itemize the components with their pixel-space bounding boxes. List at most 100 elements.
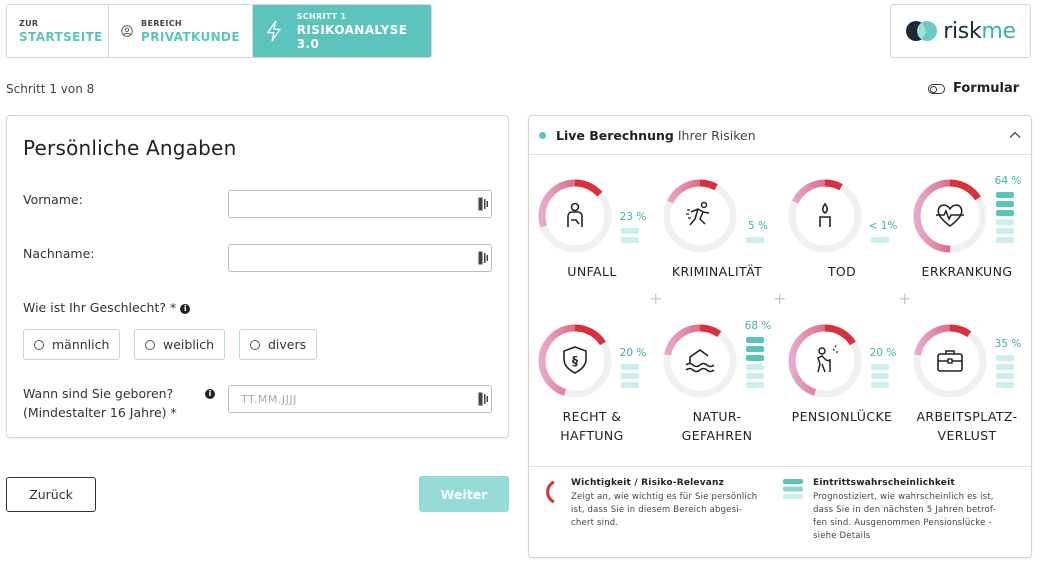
back-button[interactable]: Zurück [6, 477, 96, 512]
chevron-up-icon[interactable] [1009, 129, 1021, 141]
importance-legend-icon [546, 480, 555, 504]
probability-bar [996, 210, 1014, 216]
risk-probability: 23 % [619, 211, 647, 223]
probability-bar [871, 364, 889, 370]
probability-legend-title: Eintrittswahrscheinlichkeit [813, 478, 955, 488]
gender-option-label: divers [268, 337, 307, 352]
form-title: Persönliche Angaben [23, 136, 237, 160]
probability-bar [746, 355, 764, 361]
probability-bar [746, 373, 764, 379]
nav-step-small: SCHRITT 1 [296, 11, 347, 21]
probability-bars [621, 228, 639, 246]
risk-name: ERKRANKUNG [921, 264, 1013, 279]
probability-bar [996, 228, 1014, 234]
info-icon[interactable]: i [205, 389, 215, 399]
risk-panel-header[interactable]: Live Berechnung Ihrer Risiken [529, 116, 1031, 155]
probability-bars [621, 364, 639, 391]
nav-area-label: PRIVATKUNDE [141, 29, 240, 44]
risk-gauge [662, 323, 738, 399]
live-risk-panel: Live Berechnung Ihrer Risiken 23 % UNFALL… [528, 115, 1032, 558]
gender-option-label: männlich [52, 337, 110, 352]
nav-home-link[interactable]: ZUR STARTSEITE [7, 5, 109, 57]
nav-step-label: RISIKOANALYSE 3.0 [296, 22, 408, 51]
probability-bar [871, 237, 889, 243]
risk-tile[interactable]: 23 % UNFALL [529, 178, 655, 318]
probability-bar [621, 373, 639, 379]
probability-bars [746, 337, 764, 391]
formular-toggle[interactable]: Formular [928, 81, 1019, 96]
risk-name: UNFALL [567, 264, 617, 279]
risk-probability: 64 % [994, 175, 1022, 187]
probability-legend-icon [783, 479, 803, 499]
svg-text:§: § [572, 354, 578, 368]
logo-text: riskme [943, 18, 1016, 44]
risk-legend: Wichtigkeit / Risiko-Relevanz Zeigt an, … [529, 466, 1031, 557]
nav-area-link[interactable]: BEREICH PRIVATKUNDE [109, 5, 253, 57]
risk-tile[interactable]: < 1% TOD [779, 178, 905, 318]
risk-gauge [787, 323, 863, 399]
probability-bar [871, 373, 889, 379]
next-button[interactable]: Weiter [419, 476, 509, 512]
risk-tile[interactable]: 20 % PENSIONLÜCKE [779, 323, 905, 463]
risk-panel-title-rest: Ihrer Risiken [677, 127, 756, 143]
crime-icon [686, 201, 710, 226]
first-name-input[interactable] [228, 190, 492, 218]
probability-bars [871, 364, 889, 391]
nav-step-current[interactable]: SCHRITT 1 RISIKOANALYSE 3.0 [253, 5, 431, 57]
probability-bar [621, 364, 639, 370]
importance-legend-text: Zeigt an, wie wichtig es für Sie persönl… [571, 492, 758, 528]
probability-legend-text: Prognostiziert, wie wahrscheinlich es is… [813, 492, 996, 541]
probability-bar [621, 237, 639, 243]
riskme-logo[interactable]: riskme [890, 4, 1031, 58]
autofill-icon [478, 392, 488, 406]
info-icon[interactable]: i [180, 304, 191, 314]
probability-bars [996, 355, 1014, 391]
risk-probability: < 1% [868, 220, 898, 232]
probability-bar [746, 337, 764, 343]
gender-label: Wie ist Ihr Geschlecht? * [23, 300, 177, 315]
personal-data-card: Persönliche Angaben Vorname: Nachname: W… [6, 115, 509, 438]
birthdate-label-line2: (Mindestalter 16 Jahre) * [23, 405, 177, 420]
formular-label: Formular [953, 81, 1020, 96]
risk-name: KRIMINALITÄT [671, 264, 763, 279]
birthdate-label-line1: Wann sind Sie geboren? [23, 386, 174, 401]
risk-tile[interactable]: 64 % ERKRANKUNG [904, 175, 1030, 318]
risk-tile[interactable]: 68 % NATUR- GEFAHREN [654, 320, 780, 463]
probability-bar [746, 364, 764, 370]
gender-option-diverse[interactable]: divers [239, 329, 318, 360]
gender-option-label: weiblich [163, 337, 215, 352]
accident-icon [567, 202, 583, 227]
gender-option-female[interactable]: weiblich [134, 329, 226, 360]
probability-bar [871, 382, 889, 388]
birthdate-input[interactable] [228, 385, 492, 413]
risk-tile[interactable]: § 20 % RECHT & HAFTUNG [529, 323, 655, 463]
probability-bar [996, 219, 1014, 225]
breadcrumb-nav: ZUR STARTSEITE BEREICH PRIVATKUNDE SCHRI… [6, 4, 432, 58]
risk-name: ARBEITSPLATZ- VERLUST [916, 409, 1018, 443]
risk-probability: 20 % [619, 347, 647, 359]
importance-legend-title: Wichtigkeit / Risiko-Relevanz [571, 478, 725, 488]
plus-icon: + [773, 289, 787, 308]
risk-probability: 68 % [744, 320, 772, 332]
gender-question: Wie ist Ihr Geschlecht? * i [23, 300, 191, 315]
death-icon [819, 202, 831, 227]
risk-gauge [787, 178, 863, 254]
risk-probability: 35 % [994, 338, 1022, 350]
user-circle-icon [121, 25, 133, 37]
live-indicator-icon [539, 131, 546, 139]
risk-probability: 5 % [748, 220, 768, 232]
risk-tile[interactable]: 5 % KRIMINALITÄT [654, 178, 780, 318]
risk-gauge [537, 178, 613, 254]
toggle-icon [928, 83, 945, 94]
gender-option-male[interactable]: männlich [23, 329, 121, 360]
plus-icon: + [649, 289, 663, 308]
radio-icon [250, 339, 260, 350]
probability-bar [746, 346, 764, 352]
last-name-input[interactable] [228, 244, 492, 272]
risk-tile[interactable]: 35 % ARBEITSPLATZ- VERLUST [904, 323, 1030, 463]
risk-name: RECHT & HAFTUNG [560, 409, 624, 443]
probability-bar [621, 382, 639, 388]
nav-area-small: BEREICH [141, 18, 182, 28]
plus-icon: + [898, 289, 912, 308]
radio-icon [145, 339, 155, 350]
